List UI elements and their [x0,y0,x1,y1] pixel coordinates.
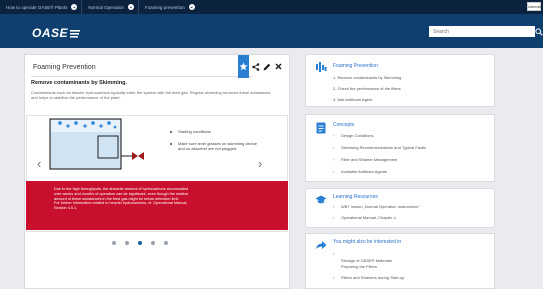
card-title: Concepts [333,122,355,128]
list-item: Starting conditions [170,129,260,134]
title-divider [31,76,253,77]
slide-dot[interactable] [151,241,155,245]
breadcrumb-item-normal-operation[interactable]: Normal Operation ⌄ [81,0,138,14]
card-title: Learning Resources [333,194,378,200]
card-link-storage-label[interactable]: Storage of OASE® Materials [333,258,392,263]
link-label: Filter and Strainer Management [341,157,398,162]
star-icon [239,62,248,71]
steps-icon [316,62,327,72]
chevron-down-icon[interactable]: ⌄ [71,4,78,10]
app-header: OASE [0,14,543,48]
section-heading: Remove contaminants by Skimming. [31,80,127,86]
link-label: Available Antifoam Agents [341,169,388,174]
intro-text: Contaminants such as heavier hydrocarbon… [31,90,271,100]
logo-bars-icon [70,30,81,38]
document-icon [316,122,326,134]
chevron-right-icon: › [333,133,335,138]
slide-bullet-list: Starting conditions Make sure level glas… [170,129,260,158]
warning-line: Section 4.5.1. [54,206,78,211]
warning-box: Due to the high throughputs, the absolut… [26,181,288,230]
card-link-wbt-lesson[interactable]: › WBT lesson „Normal Operation Instructio… [333,204,419,209]
content-panel: Foaming Prevention Remove contaminants b… [24,54,290,289]
related-topics-card: You might also be interested in › Storag… [305,233,495,289]
chevron-right-icon[interactable]: › [258,156,262,171]
concepts-card: Concepts › Design Conditions › Skimming Re… [305,114,495,182]
valve-icon [132,152,138,160]
card-link-skimming-recommendations[interactable]: › Skimming Recommendations and Typical Fa… [333,145,426,150]
card-link-antifoam-agents[interactable]: › Available Antifoam Agents [333,169,387,174]
chevron-right-icon: › [333,204,335,209]
chevron-down-icon[interactable]: ⌄ [127,4,134,10]
chevron-right-icon: › [333,145,335,150]
breadcrumb: How to operate OASE® Plants ⌄ Normal Ope… [0,0,543,14]
chevron-right-icon: › [333,169,335,174]
brand-logo[interactable]: OASE [32,26,81,40]
link-label: Preparing the Filters [341,264,378,269]
slide-dot[interactable] [125,241,129,245]
chevron-right-icon: › [333,157,335,162]
link-label: Operational Manual, Chapter 4 [341,215,396,220]
slide-pagination [112,241,168,245]
list-item: Make sure level glasses on skimming devi… [170,141,260,151]
user-menu[interactable]: Username [527,2,543,11]
link-label: WBT lesson „Normal Operation Instruction… [341,204,420,209]
page-title: Foaming Prevention [33,64,96,71]
card-link-add-antifoam[interactable]: 3. Add Antifoam Agent [333,97,372,102]
slide-dot-active[interactable] [138,241,142,245]
chevron-down-icon[interactable]: ⌄ [188,4,195,10]
learning-resources-card: Learning Resources › WBT lesson „Normal O… [305,188,495,228]
pencil-icon[interactable] [263,63,271,71]
chevron-right-icon: › [333,215,335,220]
slide-dot[interactable] [164,241,168,245]
card-link-filters-startup[interactable]: › Filters and Strainers during Start-up [333,275,404,280]
scrollbar-track[interactable] [534,54,543,289]
card-title: You might also be interested in [333,239,402,245]
link-label: Storage of OASE® Materials [341,258,392,263]
breadcrumb-label: Foaming prevention [144,4,185,10]
logo-text: OASE [32,26,69,40]
link-label: Filters and Strainers during Start-up [341,275,405,280]
breadcrumb-item-foaming-prevention[interactable]: Foaming prevention ⌄ [137,0,199,14]
card-title: Foaming Prevention [333,63,378,69]
breadcrumb-label: Normal Operation [88,4,124,10]
close-icon[interactable] [275,63,282,70]
card-link-preparing-filters[interactable]: Preparing the Filters [333,264,377,269]
share-icon[interactable] [252,63,260,71]
card-link-filter-management[interactable]: › Filter and Strainer Management [333,157,397,162]
card-link-remove-contaminants[interactable]: 1. Remove contaminants by Skimming [333,75,401,80]
breadcrumb-item-how-to-operate[interactable]: How to operate OASE® Plants ⌄ [0,0,81,14]
skimming-diagram [49,118,144,170]
link-label: Skimming Recommendations and Typical Fau… [341,145,427,150]
foaming-prevention-card: Foaming Prevention 1. Remove contaminant… [305,54,495,107]
card-link-storage-materials[interactable]: › [333,251,341,256]
chevron-right-icon: › [333,251,335,256]
card-link-check-filters[interactable]: 2. Check the performance of the filters [333,86,401,91]
card-link-design-conditions[interactable]: › Design Conditions [333,133,373,138]
bookmark-button[interactable] [238,55,249,78]
forward-arrow-icon [316,241,327,249]
link-label: Design Conditions [341,133,374,138]
graduation-cap-icon [315,195,327,204]
chevron-right-icon: › [333,275,335,280]
search-input[interactable] [429,26,535,37]
card-link-operational-manual[interactable]: › Operational Manual, Chapter 4 [333,215,396,220]
slide-dot[interactable] [112,241,116,245]
search-icon[interactable] [535,28,543,36]
breadcrumb-label: How to operate OASE® Plants [6,4,68,10]
